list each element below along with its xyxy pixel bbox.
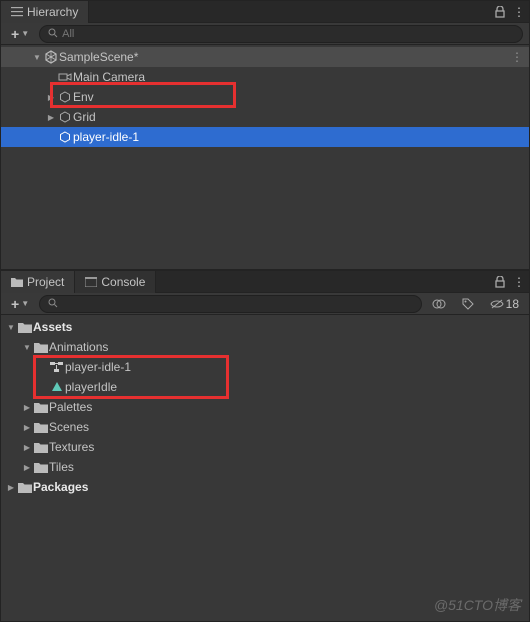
folder-row[interactable]: ▶ Palettes (1, 397, 529, 417)
folder-row[interactable]: ▶ Scenes (1, 417, 529, 437)
expand-toggle[interactable]: ▶ (21, 463, 33, 472)
folder-label: Packages (33, 480, 88, 494)
gameobject-row[interactable]: ▶ Env (1, 87, 529, 107)
folder-label: Palettes (49, 400, 92, 414)
folder-icon (11, 277, 23, 287)
scene-menu-icon[interactable]: ⋮ (511, 50, 523, 64)
gameobject-row[interactable]: ▶ Grid (1, 107, 529, 127)
folder-label: Animations (49, 340, 108, 354)
gameobject-icon (57, 91, 73, 103)
watermark: @51CTO博客 (434, 595, 521, 615)
project-search-input[interactable] (62, 298, 413, 310)
expand-toggle[interactable]: ▶ (45, 113, 57, 122)
folder-row-animations[interactable]: ▼ Animations (1, 337, 529, 357)
console-icon (85, 277, 97, 287)
hierarchy-tab-bar: Hierarchy ⋮ (1, 1, 529, 23)
tab-console[interactable]: Console (75, 271, 156, 293)
folder-icon (33, 342, 49, 353)
expand-toggle[interactable]: ▼ (21, 343, 33, 352)
project-search[interactable] (39, 295, 422, 313)
folder-label: Textures (49, 440, 94, 454)
folder-row-packages[interactable]: ▶ Packages (1, 477, 529, 497)
gameobject-icon (57, 131, 73, 143)
gameobject-row-selected[interactable]: player-idle-1 (1, 127, 529, 147)
asset-row[interactable]: player-idle-1 (1, 357, 529, 377)
gameobject-label: player-idle-1 (73, 130, 139, 144)
hierarchy-search[interactable] (39, 25, 523, 43)
expand-toggle[interactable]: ▶ (21, 443, 33, 452)
console-tab-label: Console (101, 275, 145, 289)
folder-row[interactable]: ▶ Tiles (1, 457, 529, 477)
expand-toggle[interactable]: ▼ (5, 323, 17, 332)
filter-by-type-icon[interactable] (428, 295, 450, 313)
hierarchy-panel: Hierarchy ⋮ +▼ ▼ SampleScene* ⋮ (0, 0, 530, 270)
hidden-packages-icon[interactable]: 18 (486, 295, 523, 313)
gameobject-label: Env (73, 90, 94, 104)
camera-icon (57, 71, 73, 83)
folder-row-assets[interactable]: ▼ Assets (1, 317, 529, 337)
tab-hierarchy[interactable]: Hierarchy (1, 1, 89, 23)
folder-icon (17, 482, 33, 493)
expand-toggle[interactable]: ▼ (31, 53, 43, 62)
gameobject-row[interactable]: Main Camera (1, 67, 529, 87)
expand-toggle[interactable]: ▶ (45, 93, 57, 102)
scene-row[interactable]: ▼ SampleScene* ⋮ (1, 47, 529, 67)
folder-icon (33, 442, 49, 453)
lock-icon[interactable] (491, 3, 509, 21)
hierarchy-tree: ▼ SampleScene* ⋮ Main Camera ▶ Env ▶ (1, 45, 529, 269)
folder-label: Tiles (49, 460, 74, 474)
expand-toggle[interactable]: ▶ (21, 423, 33, 432)
gameobject-label: Main Camera (73, 70, 145, 84)
project-toolbar: +▼ 18 (1, 293, 529, 315)
project-tab-bar: Project Console ⋮ (1, 271, 529, 293)
animation-clip-icon (49, 381, 65, 393)
lock-icon[interactable] (491, 273, 509, 291)
add-button[interactable]: +▼ (7, 25, 33, 43)
search-icon (48, 27, 58, 41)
hierarchy-toolbar: +▼ (1, 23, 529, 45)
search-icon (48, 297, 58, 311)
gameobject-label: Grid (73, 110, 96, 124)
hierarchy-search-input[interactable] (62, 28, 514, 40)
hierarchy-tab-label: Hierarchy (27, 5, 78, 19)
gameobject-icon (57, 111, 73, 123)
tab-project[interactable]: Project (1, 271, 75, 293)
panel-menu-icon[interactable]: ⋮ (509, 3, 529, 21)
folder-icon (33, 402, 49, 413)
folder-label: Scenes (49, 420, 89, 434)
project-panel: Project Console ⋮ +▼ (0, 270, 530, 622)
asset-label: player-idle-1 (65, 360, 131, 374)
scene-label: SampleScene* (59, 50, 138, 64)
hierarchy-icon (11, 6, 23, 18)
project-tab-label: Project (27, 275, 64, 289)
folder-label: Assets (33, 320, 72, 334)
folder-icon (33, 462, 49, 473)
unity-icon (43, 50, 59, 64)
animator-controller-icon (49, 361, 65, 373)
folder-row[interactable]: ▶ Textures (1, 437, 529, 457)
panel-menu-icon[interactable]: ⋮ (509, 273, 529, 291)
add-button[interactable]: +▼ (7, 295, 33, 313)
expand-toggle[interactable]: ▶ (21, 403, 33, 412)
hidden-count: 18 (506, 297, 519, 311)
folder-icon (33, 422, 49, 433)
expand-toggle[interactable]: ▶ (5, 483, 17, 492)
filter-by-label-icon[interactable] (458, 295, 478, 313)
folder-icon (17, 322, 33, 333)
asset-label: playerIdle (65, 380, 117, 394)
asset-row[interactable]: playerIdle (1, 377, 529, 397)
project-tree: ▼ Assets ▼ Animations player-idle-1 play… (1, 315, 529, 621)
